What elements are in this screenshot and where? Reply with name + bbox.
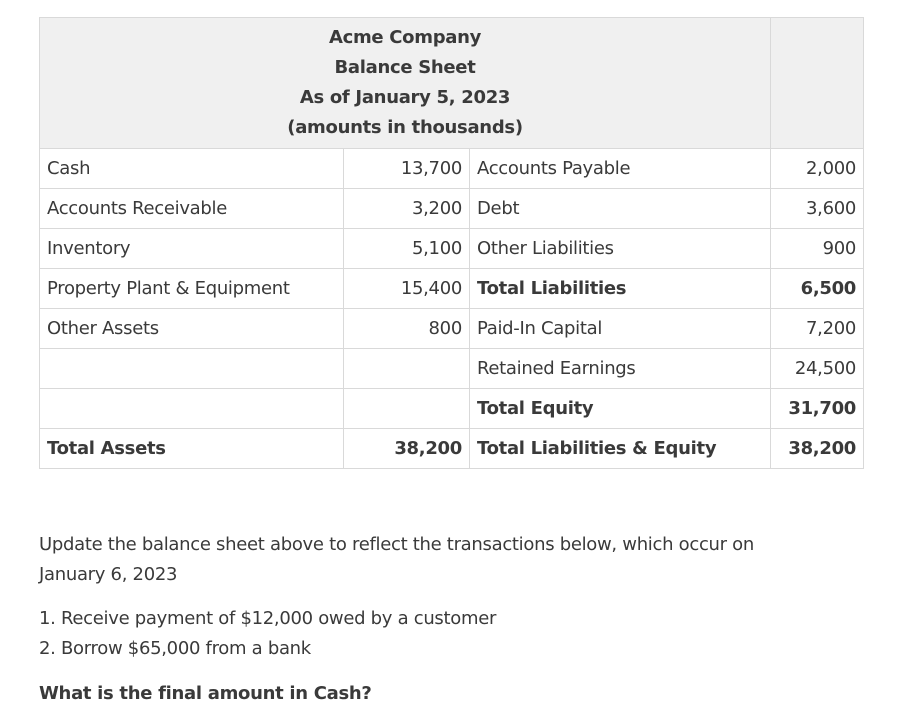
transaction-item: 1. Receive payment of $12,000 owed by a …	[39, 608, 497, 629]
table-row: Other Assets 800 Paid-In Capital 7,200	[39, 308, 865, 349]
asset-label	[39, 348, 344, 389]
table-row: Inventory 5,100 Other Liabilities 900	[39, 228, 865, 269]
equity-label: Paid-In Capital	[468, 308, 772, 349]
table-header-row: Acme Company Balance Sheet As of January…	[38, 17, 865, 149]
equity-value: 7,200	[770, 308, 865, 349]
liability-value: 900	[770, 228, 865, 269]
asset-value: 3,200	[343, 188, 470, 229]
equity-value: 24,500	[770, 348, 865, 389]
total-liabilities-equity-label: Total Liabilities & Equity	[468, 428, 772, 469]
liability-value: 2,000	[770, 148, 865, 189]
instructions-text: Update the balance sheet above to reflec…	[39, 530, 754, 590]
liability-label: Debt	[468, 188, 772, 229]
asset-label: Cash	[39, 148, 344, 189]
total-equity-value: 31,700	[770, 388, 865, 429]
instructions-line-2: January 6, 2023	[39, 564, 178, 585]
total-equity-label: Total Equity	[468, 388, 772, 429]
asset-label: Inventory	[39, 228, 344, 269]
table-header-corner	[770, 17, 865, 149]
sheet-title: Balance Sheet	[334, 57, 476, 78]
liability-label: Accounts Payable	[468, 148, 772, 189]
total-liabilities-value: 6,500	[770, 268, 865, 309]
total-liabilities-label: Total Liabilities	[468, 268, 772, 309]
equity-label: Retained Earnings	[468, 348, 772, 389]
question-text: What is the final amount in Cash?	[39, 683, 372, 704]
asset-label: Accounts Receivable	[39, 188, 344, 229]
asset-label: Property Plant & Equipment	[39, 268, 344, 309]
balance-sheet-table: Acme Company Balance Sheet As of January…	[38, 17, 865, 469]
sheet-date: As of January 5, 2023	[299, 87, 511, 108]
asset-value	[343, 388, 470, 429]
asset-label: Other Assets	[39, 308, 344, 349]
instructions-line-1: Update the balance sheet above to reflec…	[39, 534, 754, 555]
total-liabilities-equity-value: 38,200	[770, 428, 865, 469]
table-row: Total Equity 31,700	[39, 388, 865, 429]
liability-value: 3,600	[770, 188, 865, 229]
asset-value: 5,100	[343, 228, 470, 269]
table-row: Retained Earnings 24,500	[39, 348, 865, 389]
table-header: Acme Company Balance Sheet As of January…	[38, 17, 772, 149]
table-row: Cash 13,700 Accounts Payable 2,000	[39, 148, 865, 189]
table-row: Total Assets 38,200 Total Liabilities & …	[39, 428, 865, 469]
transactions-list: 1. Receive payment of $12,000 owed by a …	[39, 604, 496, 664]
company-name: Acme Company	[328, 27, 482, 48]
asset-value: 15,400	[343, 268, 470, 309]
asset-label	[39, 388, 344, 429]
liability-label: Other Liabilities	[468, 228, 772, 269]
asset-value	[343, 348, 470, 389]
asset-value: 800	[343, 308, 470, 349]
table-row: Accounts Receivable 3,200 Debt 3,600	[39, 188, 865, 229]
total-assets-value: 38,200	[343, 428, 470, 469]
sheet-units: (amounts in thousands)	[287, 117, 523, 138]
table-row: Property Plant & Equipment 15,400 Total …	[39, 268, 865, 309]
total-assets-label: Total Assets	[39, 428, 344, 469]
transaction-item: 2. Borrow $65,000 from a bank	[39, 638, 311, 659]
asset-value: 13,700	[343, 148, 470, 189]
